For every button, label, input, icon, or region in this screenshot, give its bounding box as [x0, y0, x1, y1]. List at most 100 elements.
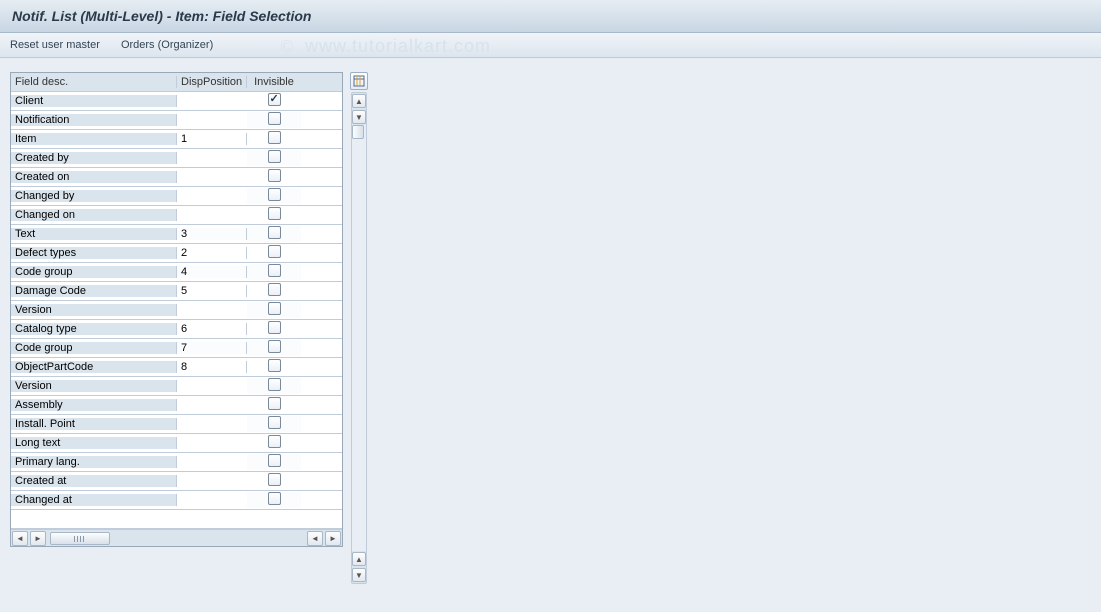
invisible-checkbox[interactable] [268, 188, 281, 201]
invisible-checkbox-cell [247, 283, 301, 299]
field-desc-cell: ObjectPartCode [11, 361, 177, 373]
v-scroll-track[interactable] [352, 125, 366, 551]
invisible-checkbox[interactable] [268, 416, 281, 429]
table-row[interactable]: Changed by [11, 187, 342, 206]
table-row[interactable]: Created at [11, 472, 342, 491]
invisible-checkbox[interactable] [268, 150, 281, 163]
invisible-checkbox-cell [247, 435, 301, 451]
field-desc-cell: Long text [11, 437, 177, 449]
field-desc-cell: Code group [11, 342, 177, 354]
disp-position-input[interactable]: 1 [177, 133, 247, 145]
scroll-left-icon[interactable]: ◄ [12, 531, 28, 546]
h-scroll-track[interactable] [113, 532, 306, 545]
field-desc-cell: Version [11, 380, 177, 392]
invisible-checkbox[interactable] [268, 245, 281, 258]
invisible-checkbox-cell [247, 264, 301, 280]
table-row[interactable]: Install. Point [11, 415, 342, 434]
table-row[interactable]: Item1 [11, 130, 342, 149]
invisible-checkbox[interactable] [268, 340, 281, 353]
v-scroll-thumb[interactable] [352, 125, 364, 139]
disp-position-input[interactable]: 2 [177, 247, 247, 259]
scroll-up-end-icon[interactable]: ▲ [352, 552, 366, 566]
invisible-checkbox[interactable] [268, 359, 281, 372]
field-desc-cell: Version [11, 304, 177, 316]
page-title: Notif. List (Multi-Level) - Item: Field … [12, 8, 311, 24]
invisible-checkbox[interactable] [268, 131, 281, 144]
invisible-checkbox[interactable] [268, 207, 281, 220]
scroll-down-end-icon[interactable]: ▼ [352, 568, 366, 582]
field-desc-cell: Text [11, 228, 177, 240]
scroll-down-icon[interactable]: ▼ [352, 110, 366, 124]
table-row[interactable]: ObjectPartCode8 [11, 358, 342, 377]
reset-user-master-button[interactable]: Reset user master [10, 39, 100, 51]
table-row[interactable]: Changed at [11, 491, 342, 510]
invisible-checkbox-cell [247, 169, 301, 185]
col-header-disp-position[interactable]: DispPosition [177, 76, 247, 88]
disp-position-input[interactable]: 7 [177, 342, 247, 354]
field-desc-cell: Created by [11, 152, 177, 164]
invisible-checkbox-cell [247, 131, 301, 147]
invisible-checkbox[interactable] [268, 226, 281, 239]
orders-organizer-button[interactable]: Orders (Organizer) [121, 39, 213, 51]
table-row[interactable]: Long text [11, 434, 342, 453]
invisible-checkbox[interactable] [268, 264, 281, 277]
scroll-right-end-icon[interactable]: ► [325, 531, 341, 546]
table-row[interactable]: Defect types2 [11, 244, 342, 263]
scroll-right-icon[interactable]: ► [30, 531, 46, 546]
field-selection-grid: Field desc. DispPosition Invisible Clien… [10, 72, 343, 547]
table-row[interactable]: Text3 [11, 225, 342, 244]
table-row[interactable]: Catalog type6 [11, 320, 342, 339]
scroll-left-end-icon[interactable]: ◄ [307, 531, 323, 546]
disp-position-input[interactable]: 8 [177, 361, 247, 373]
table-row[interactable]: Client [11, 92, 342, 111]
table-row[interactable]: Primary lang. [11, 453, 342, 472]
invisible-checkbox-cell [247, 207, 301, 223]
table-row[interactable]: Notification [11, 111, 342, 130]
invisible-checkbox-cell [247, 150, 301, 166]
invisible-checkbox[interactable] [268, 112, 281, 125]
table-row[interactable]: Code group7 [11, 339, 342, 358]
invisible-checkbox-cell [247, 226, 301, 242]
h-scroll-thumb[interactable] [50, 532, 110, 545]
table-row[interactable]: Version [11, 377, 342, 396]
invisible-checkbox[interactable] [268, 169, 281, 182]
disp-position-input[interactable]: 5 [177, 285, 247, 297]
invisible-checkbox[interactable] [268, 435, 281, 448]
scroll-up-icon[interactable]: ▲ [352, 94, 366, 108]
field-desc-cell: Changed by [11, 190, 177, 202]
table-row[interactable]: Created by [11, 149, 342, 168]
invisible-checkbox[interactable] [268, 378, 281, 391]
field-desc-cell: Notification [11, 114, 177, 126]
invisible-checkbox[interactable] [268, 397, 281, 410]
invisible-checkbox[interactable] [268, 492, 281, 505]
table-row[interactable]: Version [11, 301, 342, 320]
table-row[interactable]: Code group4 [11, 263, 342, 282]
table-row[interactable]: Assembly [11, 396, 342, 415]
invisible-checkbox-cell [247, 378, 301, 394]
invisible-checkbox-cell [247, 416, 301, 432]
watermark-text: www.tutorialkart.com [305, 36, 491, 57]
disp-position-input[interactable]: 3 [177, 228, 247, 240]
field-desc-cell: Damage Code [11, 285, 177, 297]
table-row[interactable]: Changed on [11, 206, 342, 225]
horizontal-scrollbar[interactable]: ◄ ► ◄ ► [11, 529, 342, 546]
invisible-checkbox[interactable] [268, 302, 281, 315]
vertical-scrollbar[interactable]: ▲ ▼ ▲ ▼ [351, 92, 367, 584]
invisible-checkbox-cell [247, 359, 301, 375]
col-header-field-desc[interactable]: Field desc. [11, 76, 177, 88]
invisible-checkbox[interactable] [268, 321, 281, 334]
field-desc-cell: Item [11, 133, 177, 145]
invisible-checkbox[interactable] [268, 454, 281, 467]
field-desc-cell: Code group [11, 266, 177, 278]
table-row[interactable]: Damage Code5 [11, 282, 342, 301]
invisible-checkbox[interactable] [268, 473, 281, 486]
disp-position-input[interactable]: 6 [177, 323, 247, 335]
invisible-checkbox[interactable] [268, 93, 281, 106]
field-desc-cell: Changed at [11, 494, 177, 506]
invisible-checkbox[interactable] [268, 283, 281, 296]
disp-position-input[interactable]: 4 [177, 266, 247, 278]
col-header-invisible[interactable]: Invisible [247, 76, 301, 88]
table-settings-button[interactable] [350, 72, 368, 90]
grid-empty-row [11, 510, 342, 529]
table-row[interactable]: Created on [11, 168, 342, 187]
